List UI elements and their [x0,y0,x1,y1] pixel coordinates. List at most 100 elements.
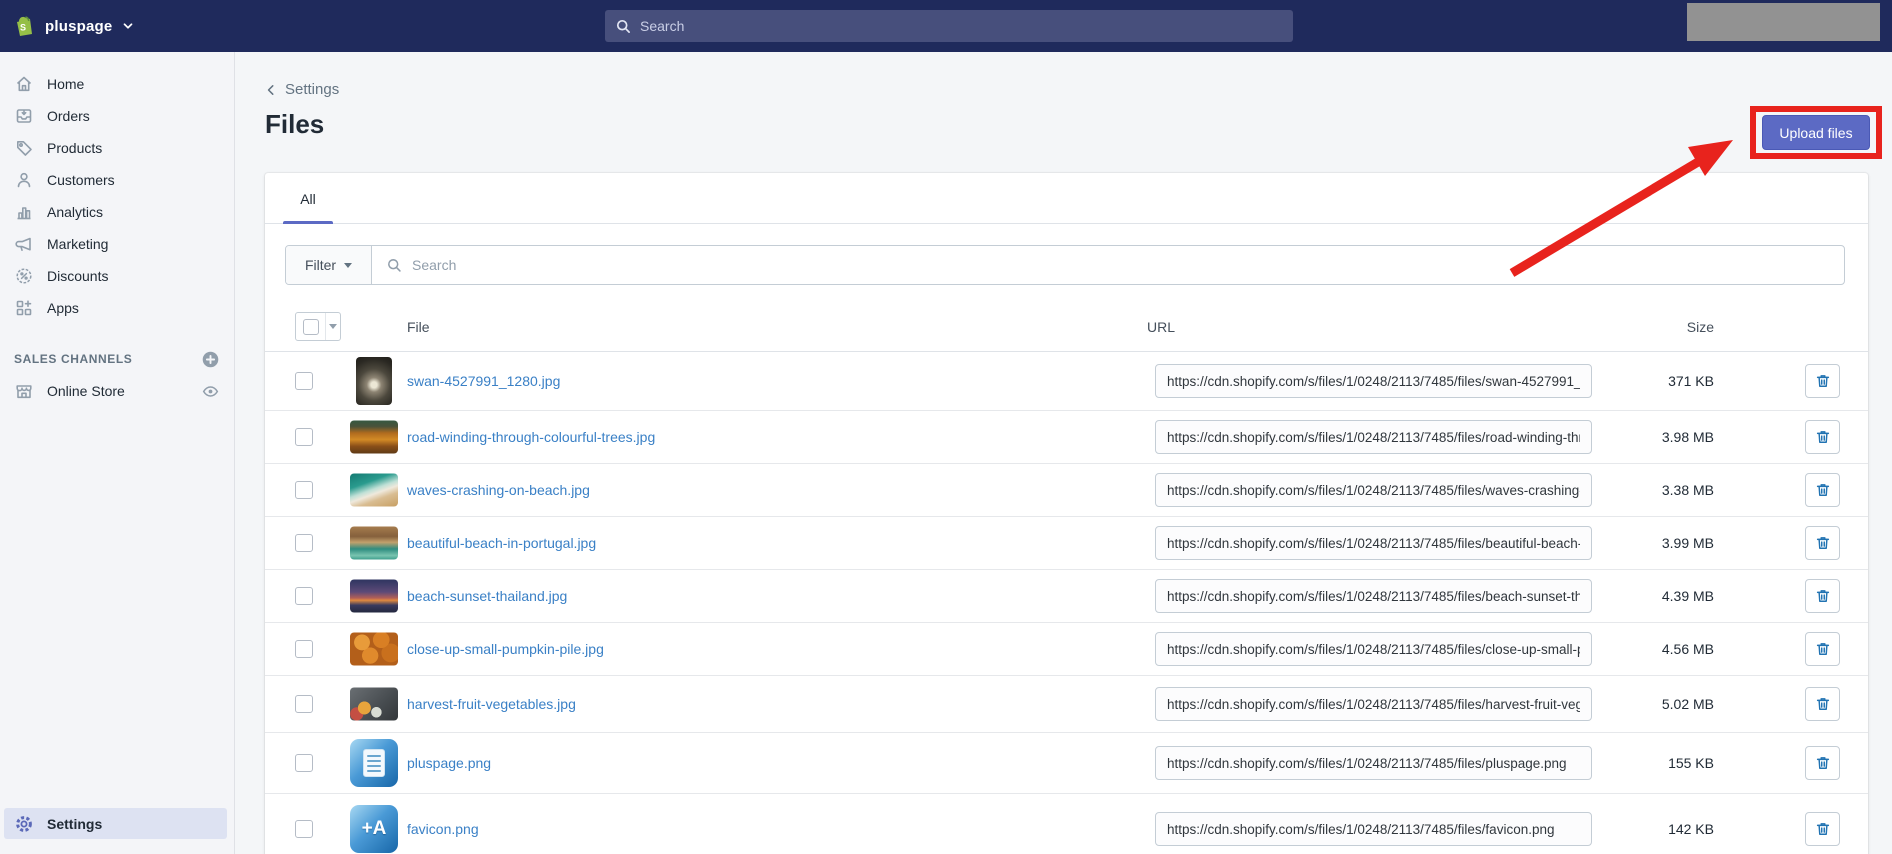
sidebar-item-marketing[interactable]: Marketing [0,228,234,260]
breadcrumb[interactable]: Settings [264,81,339,98]
trash-icon [1814,534,1832,552]
row-checkbox[interactable] [295,695,313,713]
sidebar-item-label: Marketing [47,236,109,252]
file-url-input[interactable] [1155,746,1592,780]
file-link[interactable]: harvest-fruit-vegetables.jpg [407,696,576,712]
files-table-body: swan-4527991_1280.jpg 371 KB road-windin… [265,352,1868,854]
file-link[interactable]: close-up-small-pumpkin-pile.jpg [407,641,604,657]
sidebar-item-settings[interactable]: Settings [4,808,227,839]
file-link[interactable]: beautiful-beach-in-portugal.jpg [407,535,596,551]
select-menu-caret[interactable] [325,313,340,340]
row-checkbox[interactable] [295,481,313,499]
store-name: pluspage [45,17,113,35]
file-thumbnail [350,687,398,721]
delete-file-button[interactable] [1805,812,1840,846]
search-icon [615,18,632,35]
customer-icon [14,170,34,190]
search-icon [386,257,403,274]
column-header-url: URL [1147,319,1176,335]
row-checkbox[interactable] [295,534,313,552]
tab-all[interactable]: All [283,173,333,224]
sidebar-item-label: Analytics [47,204,104,220]
sidebar-item-label: Discounts [47,268,109,284]
delete-file-button[interactable] [1805,687,1840,721]
sales-channels-heading: SALES CHANNELS [14,352,133,366]
caret-down-icon [344,262,353,268]
file-link[interactable]: beach-sunset-thailand.jpg [407,588,567,604]
file-thumbnail: +A [350,805,398,853]
sidebar: Home Orders Products Customers Analytics… [0,52,235,854]
select-all-checkbox[interactable] [296,313,325,340]
chevron-left-icon [264,83,278,97]
trash-icon [1814,428,1832,446]
file-url-input[interactable] [1155,687,1592,721]
file-link[interactable]: road-winding-through-colourful-trees.jpg [407,429,655,445]
table-row: close-up-small-pumpkin-pile.jpg 4.56 MB [265,623,1868,676]
upload-files-button[interactable]: Upload files [1762,115,1870,150]
file-url-input[interactable] [1155,579,1592,613]
topbar-search [605,10,1293,42]
table-row: +A favicon.png 142 KB [265,794,1868,854]
delete-file-button[interactable] [1805,632,1840,666]
file-thumbnail [350,526,398,560]
column-header-file: File [407,319,430,335]
file-thumbnail [350,579,398,613]
file-url-input[interactable] [1155,473,1592,507]
delete-file-button[interactable] [1805,420,1840,454]
sidebar-item-discounts[interactable]: Discounts [0,260,234,292]
global-search-input[interactable] [640,18,1283,34]
file-url-input[interactable] [1155,632,1592,666]
delete-file-button[interactable] [1805,526,1840,560]
file-link[interactable]: pluspage.png [407,755,491,771]
add-sales-channel-button[interactable] [201,350,220,369]
sidebar-item-home[interactable]: Home [0,68,234,100]
table-row: beautiful-beach-in-portugal.jpg 3.99 MB [265,517,1868,570]
file-url-input[interactable] [1155,526,1592,560]
row-checkbox[interactable] [295,428,313,446]
table-row: waves-crashing-on-beach.jpg 3.38 MB [265,464,1868,517]
filter-search-toolbar: Filter [285,245,1845,285]
sidebar-item-customers[interactable]: Customers [0,164,234,196]
storefront-icon [14,381,34,401]
file-url-input[interactable] [1155,812,1592,846]
file-size: 142 KB [1668,821,1714,837]
tag-icon [14,138,34,158]
row-checkbox[interactable] [295,587,313,605]
row-checkbox[interactable] [295,754,313,772]
apps-icon [14,298,34,318]
tab-active-underline [283,221,333,224]
file-url-input[interactable] [1155,420,1592,454]
sidebar-item-apps[interactable]: Apps [0,292,234,324]
file-thumbnail [350,632,398,666]
files-search-input[interactable] [412,257,1830,273]
trash-icon [1814,372,1832,390]
sidebar-item-analytics[interactable]: Analytics [0,196,234,228]
file-link[interactable]: swan-4527991_1280.jpg [407,373,560,389]
delete-file-button[interactable] [1805,579,1840,613]
settings-label: Settings [47,815,103,832]
file-link[interactable]: waves-crashing-on-beach.jpg [407,482,590,498]
store-switcher[interactable]: S pluspage [12,0,135,52]
sidebar-item-label: Apps [47,300,79,316]
delete-file-button[interactable] [1805,746,1840,780]
file-size: 4.56 MB [1661,641,1714,657]
delete-file-button[interactable] [1805,473,1840,507]
view-store-eye-button[interactable] [201,382,220,401]
file-thumbnail [350,739,398,787]
main-content: Settings Files Upload files All Filter S… [235,52,1892,854]
file-url-input[interactable] [1155,364,1592,398]
filter-button[interactable]: Filter [286,246,372,284]
trash-icon [1814,754,1832,772]
delete-file-button[interactable] [1805,364,1840,398]
row-checkbox[interactable] [295,820,313,838]
sidebar-item-products[interactable]: Products [0,132,234,164]
sidebar-item-label: Home [47,76,85,92]
megaphone-icon [14,234,34,254]
favicon-glyph: +A [361,818,387,839]
sidebar-item-orders[interactable]: Orders [0,100,234,132]
row-checkbox[interactable] [295,640,313,658]
file-link[interactable]: favicon.png [407,821,479,837]
table-row: harvest-fruit-vegetables.jpg 5.02 MB [265,676,1868,733]
sidebar-item-online-store[interactable]: Online Store [0,374,234,408]
row-checkbox[interactable] [295,372,313,390]
